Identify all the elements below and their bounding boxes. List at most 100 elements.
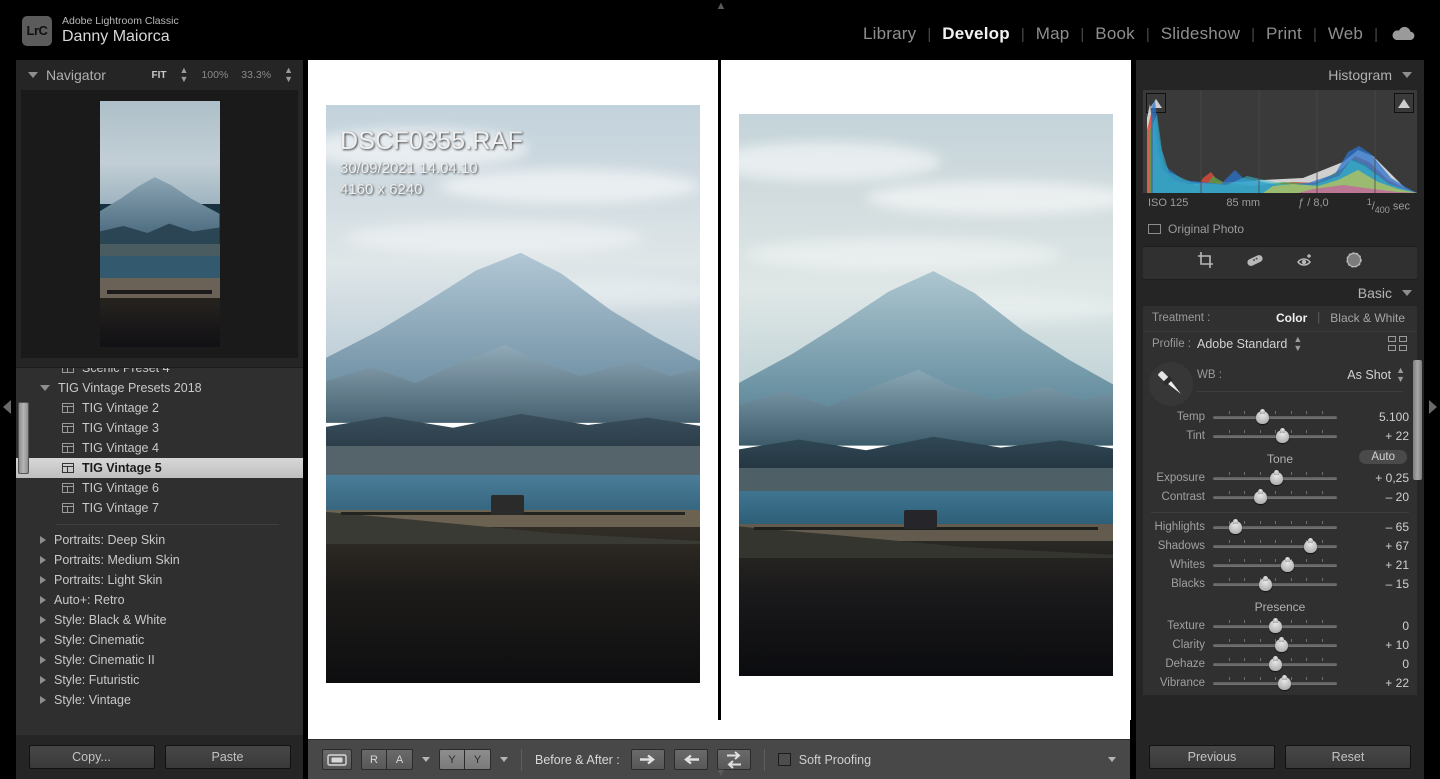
white-balance-selector-icon[interactable] <box>1149 361 1193 406</box>
preset-icon[interactable] <box>62 503 74 513</box>
original-photo-checkbox[interactable] <box>1148 223 1161 234</box>
previous-button[interactable]: Previous <box>1149 745 1275 769</box>
chevron-right-icon[interactable] <box>40 676 46 684</box>
before-photo-pane[interactable]: DSCF0355.RAF 30/09/2021 14.04.10 4160 x … <box>308 60 718 720</box>
soft-proofing-toggle[interactable]: Soft Proofing <box>777 753 871 767</box>
profile-browser-icon[interactable] <box>1388 336 1407 352</box>
slider-track[interactable] <box>1213 618 1337 634</box>
navigator-fit-stepper-icon[interactable]: ▲ ▼ <box>180 66 189 84</box>
slider-knob[interactable] <box>1258 576 1272 592</box>
profile-stepper-icon[interactable]: ▲ ▼ <box>1293 334 1302 353</box>
auto-tone-button[interactable]: Auto <box>1359 449 1407 464</box>
active-view-button[interactable]: A <box>387 749 413 770</box>
preset-item[interactable]: Portraits: Light Skin <box>16 570 303 590</box>
loupe-view-button[interactable] <box>322 749 352 770</box>
chevron-down-icon[interactable] <box>1402 72 1412 78</box>
original-photo-toggle[interactable]: Original Photo <box>1136 215 1424 236</box>
cloud-sync-icon[interactable] <box>1378 26 1422 42</box>
chevron-right-icon[interactable] <box>40 536 46 544</box>
slider-track[interactable] <box>1213 519 1337 535</box>
slider-blacks[interactable]: Blacks – 15 <box>1143 575 1417 594</box>
copy-after-settings-to-before-button[interactable] <box>630 749 665 770</box>
treatment-bw-option[interactable]: Black & White <box>1330 311 1405 325</box>
preset-icon[interactable] <box>62 443 74 453</box>
slider-knob[interactable] <box>1280 557 1294 573</box>
wb-stepper-icon[interactable]: ▲ ▼ <box>1396 365 1405 384</box>
chevron-right-icon[interactable] <box>40 656 46 664</box>
preset-item[interactable]: TIG Vintage Presets 2018 <box>16 378 303 398</box>
wb-value[interactable]: As Shot <box>1347 368 1391 382</box>
slider-whites[interactable]: Whites + 21 <box>1143 556 1417 575</box>
slider-dehaze[interactable]: Dehaze 0 <box>1143 655 1417 674</box>
red-eye-correction-icon[interactable] <box>1295 252 1315 273</box>
slider-track[interactable] <box>1213 538 1337 554</box>
slider-knob[interactable] <box>1269 470 1283 486</box>
slider-knob[interactable] <box>1268 656 1282 672</box>
slider-value[interactable]: + 22 <box>1359 676 1409 690</box>
top-panel-toggle[interactable]: ▲ <box>712 1 730 12</box>
slider-highlights[interactable]: Highlights – 65 <box>1143 518 1417 537</box>
preset-icon[interactable] <box>62 368 74 373</box>
bottom-panel-toggle[interactable]: ▼ <box>712 768 730 779</box>
slider-shadows[interactable]: Shadows + 67 <box>1143 537 1417 556</box>
slider-exposure[interactable]: Exposure + 0,25 <box>1143 469 1417 488</box>
preset-item[interactable]: TIG Vintage 3 <box>16 418 303 438</box>
module-slideshow[interactable]: Slideshow <box>1150 24 1251 44</box>
slider-track[interactable] <box>1213 656 1337 672</box>
slider-value[interactable]: 0 <box>1359 619 1409 633</box>
reference-active-view-group[interactable]: R A <box>361 749 413 770</box>
slider-value[interactable]: + 0,25 <box>1359 471 1409 485</box>
reference-view-caret-icon[interactable] <box>422 757 430 762</box>
slider-temp[interactable]: Temp 5.100 <box>1143 408 1417 427</box>
slider-track[interactable] <box>1213 409 1337 425</box>
preset-icon[interactable] <box>62 463 74 473</box>
slider-track[interactable] <box>1213 470 1337 486</box>
slider-track[interactable] <box>1213 637 1337 653</box>
module-library[interactable]: Library <box>852 24 927 44</box>
preset-item[interactable]: Scenic Preset 4 <box>16 368 303 378</box>
navigator-zoom-100[interactable]: 100% <box>201 69 228 81</box>
chevron-right-icon[interactable] <box>40 576 46 584</box>
treatment-color-option[interactable]: Color <box>1276 311 1307 325</box>
crop-overlay-icon[interactable] <box>1197 251 1215 274</box>
slider-contrast[interactable]: Contrast – 20 <box>1143 488 1417 507</box>
preset-item[interactable]: TIG Vintage 7 <box>16 498 303 518</box>
reset-button[interactable]: Reset <box>1285 745 1411 769</box>
module-web[interactable]: Web <box>1317 24 1374 44</box>
toolbar-options-caret-icon[interactable] <box>1108 757 1116 762</box>
preset-icon[interactable] <box>62 403 74 413</box>
chevron-right-icon[interactable] <box>40 556 46 564</box>
preset-item[interactable]: Style: Black & White <box>16 610 303 630</box>
slider-tint[interactable]: Tint + 22 <box>1143 427 1417 446</box>
histogram-graph[interactable] <box>1143 90 1417 193</box>
before-photo[interactable]: DSCF0355.RAF 30/09/2021 14.04.10 4160 x … <box>326 105 700 683</box>
preset-icon[interactable] <box>62 423 74 433</box>
left-panel-scrollbar[interactable] <box>18 402 29 474</box>
preset-item[interactable]: Portraits: Deep Skin <box>16 530 303 550</box>
slider-knob[interactable] <box>1253 489 1267 505</box>
slider-knob[interactable] <box>1275 428 1289 444</box>
preset-item[interactable]: TIG Vintage 6 <box>16 478 303 498</box>
chevron-down-icon[interactable] <box>1402 289 1412 296</box>
before-after-top-bottom-button[interactable]: Y <box>465 749 491 770</box>
slider-value[interactable]: 5.100 <box>1359 410 1409 424</box>
slider-value[interactable]: + 21 <box>1359 558 1409 572</box>
slider-track[interactable] <box>1213 489 1337 505</box>
preset-item[interactable]: Style: Cinematic <box>16 630 303 650</box>
navigator-preview[interactable] <box>21 90 298 358</box>
slider-knob[interactable] <box>1278 675 1292 691</box>
profile-value[interactable]: Adobe Standard <box>1197 337 1287 351</box>
module-map[interactable]: Map <box>1025 24 1081 44</box>
after-photo[interactable] <box>739 114 1113 676</box>
slider-value[interactable]: – 65 <box>1359 520 1409 534</box>
chevron-right-icon[interactable] <box>40 636 46 644</box>
preset-item-selected[interactable]: TIG Vintage 5 <box>16 458 303 478</box>
presets-panel[interactable]: Scenic Preset 4 TIG Vintage Presets 2018 T… <box>16 367 303 779</box>
basic-panel-header[interactable]: Basic <box>1136 280 1424 306</box>
slider-track[interactable] <box>1213 428 1337 444</box>
copy-before-settings-to-after-button[interactable] <box>673 749 708 770</box>
preset-item[interactable]: Style: Vintage <box>16 690 303 710</box>
navigator-fit[interactable]: FIT <box>152 70 167 81</box>
preset-item[interactable]: Style: Futuristic <box>16 670 303 690</box>
slider-value[interactable]: + 10 <box>1359 638 1409 652</box>
